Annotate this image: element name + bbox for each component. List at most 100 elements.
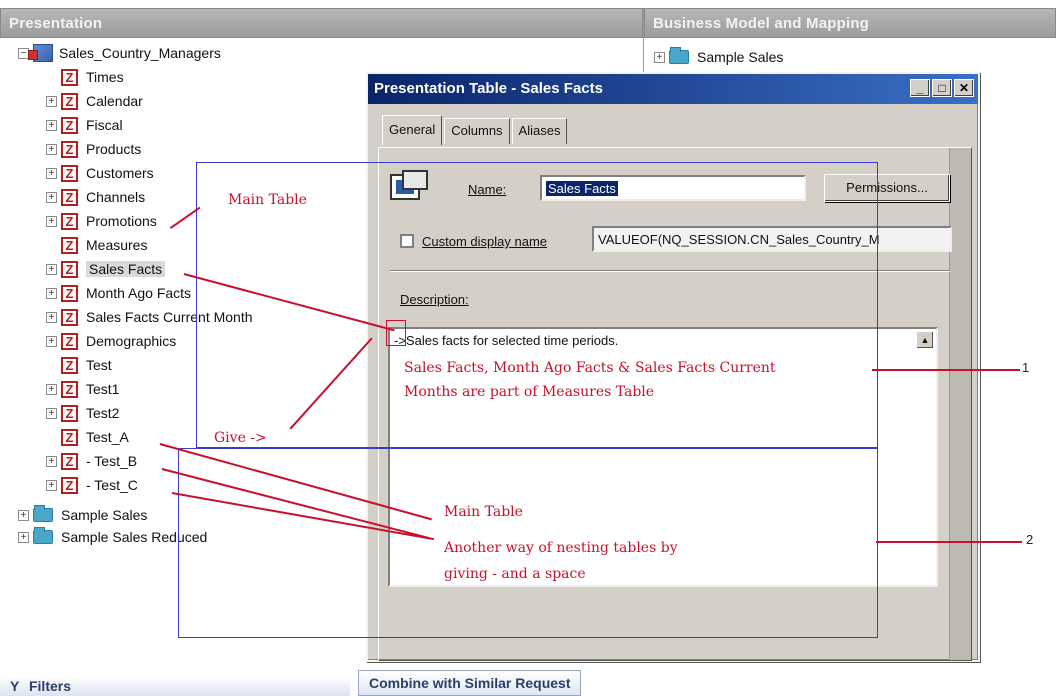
tree-item[interactable]: + Z Customers (46, 162, 154, 184)
arrow-highlight (386, 320, 406, 346)
tree-item-label: Test_A (86, 429, 129, 445)
expand-icon[interactable]: + (46, 407, 57, 419)
annotation-main-table-1: Main Table (228, 192, 307, 208)
tree-item[interactable]: Z Measures (46, 234, 147, 256)
presentation-table-icon: Z (61, 212, 78, 230)
folder-icon (33, 505, 53, 522)
tree-item-label: Products (86, 141, 142, 157)
annotation-nesting-line1: Another way of nesting tables by (444, 540, 678, 556)
tree-item[interactable]: + Z Promotions (46, 210, 157, 232)
tree-item[interactable]: + Z Products (46, 138, 141, 160)
folder-icon (669, 47, 689, 64)
expand-icon[interactable]: + (18, 531, 29, 543)
presentation-table-icon: Z (61, 476, 78, 494)
expand-icon[interactable]: + (46, 263, 57, 275)
panel-scroll-strip (949, 148, 971, 660)
tree-item-label: Sales Facts (86, 261, 166, 277)
expand-icon[interactable]: + (46, 167, 57, 179)
tree-item[interactable]: + Z Sales Facts (46, 258, 166, 280)
catalog-icon (28, 44, 53, 62)
annotation-nesting-line2: giving - and a space (444, 566, 586, 582)
tree-item-label: Demographics (86, 333, 177, 349)
presentation-table-icon: Z (61, 140, 78, 158)
presentation-table-icon: Z (61, 188, 78, 206)
filters-label: Filters (28, 678, 71, 694)
tree-item[interactable]: + Z Demographics (46, 330, 176, 352)
tree-item-label: Fiscal (86, 117, 123, 133)
expand-icon[interactable]: + (46, 383, 57, 395)
annotation-line (872, 369, 1020, 371)
close-icon[interactable]: ✕ (954, 79, 974, 97)
tree-folder-label: Sample Sales (61, 507, 148, 523)
tree-item[interactable]: + Z - Test_B (46, 450, 137, 472)
tab-columns[interactable]: Columns (444, 118, 510, 144)
business-model-pane: Business Model and Mapping + Sample Sale… (644, 8, 1056, 68)
tree-item[interactable]: + Z Fiscal (46, 114, 123, 136)
presentation-table-icon: Z (61, 380, 78, 398)
folder-icon (33, 527, 53, 544)
tree-item-label: - Test_C (86, 477, 138, 493)
expand-icon[interactable]: + (46, 311, 57, 323)
presentation-table-icon: Z (61, 332, 78, 350)
tree-item[interactable]: Z Test_A (46, 426, 129, 448)
expand-icon[interactable]: + (654, 51, 665, 63)
tree-folder-sample-sales[interactable]: + Sample Sales (18, 504, 147, 526)
tree-item-label: Test (86, 357, 112, 373)
dialog-tabs: General Columns Aliases (382, 115, 569, 145)
presentation-table-icon: Z (61, 92, 78, 110)
expand-icon[interactable]: + (46, 215, 57, 227)
tree-item-label: Times (86, 69, 124, 85)
business-model-pane-title: Business Model and Mapping (644, 8, 1056, 38)
expand-icon[interactable]: + (46, 479, 57, 491)
presentation-table-icon: Z (61, 164, 78, 182)
expand-icon[interactable]: + (46, 335, 57, 347)
tree-item-label: Month Ago Facts (86, 285, 192, 301)
tree-item[interactable]: + Z - Test_C (46, 474, 138, 496)
tree-item[interactable]: + Z Calendar (46, 90, 143, 112)
expand-icon[interactable]: + (46, 143, 57, 155)
tree-item-label: Test1 (86, 381, 120, 397)
annotation-measures-line2: Months are part of Measures Table (404, 384, 655, 400)
dialog-title-bar[interactable]: Presentation Table - Sales Facts _ □ ✕ (368, 74, 978, 104)
tree-root[interactable]: − Sales_Country_Managers (18, 42, 221, 64)
tree-item-label: Measures (86, 237, 148, 253)
tree-item-label: - Test_B (86, 453, 138, 469)
tree-item[interactable]: Z Times (46, 66, 124, 88)
tab-aliases[interactable]: Aliases (511, 118, 568, 144)
expand-icon[interactable]: + (18, 509, 29, 521)
tree-item[interactable]: + Z Month Ago Facts (46, 282, 191, 304)
tab-general[interactable]: General (382, 115, 443, 145)
tree-item[interactable]: + Z Test1 (46, 378, 119, 400)
presentation-table-icon: Z (61, 452, 78, 470)
tree-item-label: Customers (86, 165, 154, 181)
tree-item-label: Sample Sales (697, 49, 784, 65)
annotation-measures-line1: Sales Facts, Month Ago Facts & Sales Fac… (404, 360, 776, 376)
tree-item[interactable]: Z Test (46, 354, 112, 376)
annotation-line (876, 541, 1022, 543)
expand-icon[interactable]: + (46, 287, 57, 299)
annotation-number-1: 1 (1022, 360, 1030, 375)
minimize-icon[interactable]: _ (910, 79, 930, 97)
expand-icon[interactable]: + (46, 191, 57, 203)
expand-icon[interactable]: + (46, 455, 57, 467)
expand-icon[interactable]: + (46, 95, 57, 107)
dialog-title: Presentation Table - Sales Facts (374, 80, 603, 97)
presentation-table-icon: Z (61, 404, 78, 422)
presentation-table-icon: Z (61, 116, 78, 134)
presentation-pane-title: Presentation (0, 8, 643, 38)
annotation-main-table-2: Main Table (444, 504, 523, 520)
tree-item[interactable]: + Z Test2 (46, 402, 119, 424)
presentation-table-icon: Z (61, 308, 78, 326)
expand-icon[interactable]: + (46, 119, 57, 131)
annotation-give: Give -> (214, 430, 267, 446)
presentation-table-icon: Z (61, 284, 78, 302)
presentation-table-icon: Z (61, 68, 78, 86)
tree-item[interactable]: + Z Channels (46, 186, 145, 208)
combine-with-similar-request-button[interactable]: Combine with Similar Request (358, 670, 582, 696)
tree-item-label: Promotions (86, 213, 157, 229)
filters-section[interactable]: Y Filters (0, 676, 350, 696)
tree-item-sample-sales-bmm[interactable]: + Sample Sales (654, 46, 783, 68)
filter-icon: Y (10, 678, 20, 694)
scroll-up-icon[interactable]: ▲ (916, 331, 934, 349)
maximize-icon[interactable]: □ (932, 79, 952, 97)
